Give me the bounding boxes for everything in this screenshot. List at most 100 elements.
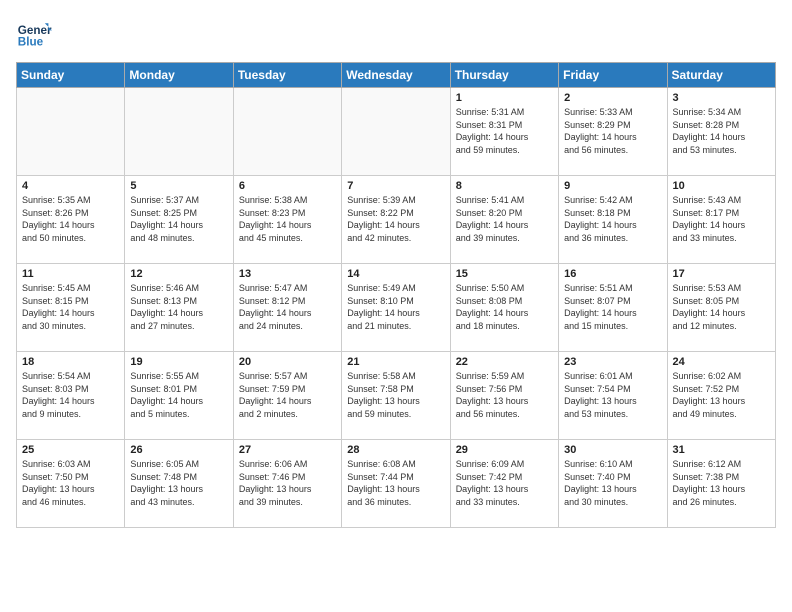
calendar-cell: 8Sunrise: 5:41 AM Sunset: 8:20 PM Daylig…	[450, 176, 558, 264]
day-number: 25	[22, 444, 119, 456]
day-info: Sunrise: 5:47 AM Sunset: 8:12 PM Dayligh…	[239, 282, 336, 332]
day-number: 2	[564, 92, 661, 104]
day-number: 24	[673, 356, 770, 368]
calendar-cell: 25 Sunrise: 6:03 AM Sunset: 7:50 PM Dayli…	[17, 440, 125, 528]
calendar-cell: 12Sunrise: 5:46 AM Sunset: 8:13 PM Dayli…	[125, 264, 233, 352]
calendar-cell: 29Sunrise: 6:09 AM Sunset: 7:42 PM Dayli…	[450, 440, 558, 528]
calendar-cell: 5 Sunrise: 5:37 AM Sunset: 8:25 PM Daylig…	[125, 176, 233, 264]
day-info: Sunrise: 5:37 AM Sunset: 8:25 PM Dayligh…	[130, 194, 227, 244]
calendar-week-row: 18 Sunrise: 5:54 AM Sunset: 8:03 PM Dayli…	[17, 352, 776, 440]
day-info: Sunrise: 6:12 AM Sunset: 7:38 PM Dayligh…	[673, 458, 770, 508]
calendar-cell: 1 Sunrise: 5:31 AM Sunset: 8:31 PM Daylig…	[450, 88, 558, 176]
calendar-cell: 22 Sunrise: 5:59 AM Sunset: 7:56 PM Dayli…	[450, 352, 558, 440]
calendar-cell	[125, 88, 233, 176]
day-info: Sunrise: 6:01 AM Sunset: 7:54 PM Dayligh…	[564, 370, 661, 420]
calendar-cell	[233, 88, 341, 176]
day-info: Sunrise: 5:54 AM Sunset: 8:03 PM Dayligh…	[22, 370, 119, 420]
day-number: 21	[347, 356, 444, 368]
calendar-cell: 31 Sunrise: 6:12 AM Sunset: 7:38 PM Dayli…	[667, 440, 775, 528]
day-number: 19	[130, 356, 227, 368]
calendar-week-row: 1 Sunrise: 5:31 AM Sunset: 8:31 PM Daylig…	[17, 88, 776, 176]
weekday-header: Monday	[125, 63, 233, 88]
day-number: 30	[564, 444, 661, 456]
calendar-cell: 11Sunrise: 5:45 AM Sunset: 8:15 PM Dayli…	[17, 264, 125, 352]
day-info: Sunrise: 5:33 AM Sunset: 8:29 PM Dayligh…	[564, 106, 661, 156]
calendar-table: SundayMondayTuesdayWednesdayThursdayFrid…	[16, 62, 776, 528]
day-info: Sunrise: 5:35 AM Sunset: 8:26 PM Dayligh…	[22, 194, 119, 244]
calendar-cell: 24 Sunrise: 6:02 AM Sunset: 7:52 PM Dayli…	[667, 352, 775, 440]
day-number: 15	[456, 268, 553, 280]
calendar-cell: 14 Sunrise: 5:49 AM Sunset: 8:10 PM Dayli…	[342, 264, 450, 352]
calendar-cell: 9 Sunrise: 5:42 AM Sunset: 8:18 PM Daylig…	[559, 176, 667, 264]
calendar-cell: 17 Sunrise: 5:53 AM Sunset: 8:05 PM Dayli…	[667, 264, 775, 352]
day-info: Sunrise: 5:49 AM Sunset: 8:10 PM Dayligh…	[347, 282, 444, 332]
day-info: Sunrise: 6:05 AM Sunset: 7:48 PM Dayligh…	[130, 458, 227, 508]
day-number: 1	[456, 92, 553, 104]
day-info: Sunrise: 5:46 AM Sunset: 8:13 PM Dayligh…	[130, 282, 227, 332]
calendar-cell: 7 Sunrise: 5:39 AM Sunset: 8:22 PM Daylig…	[342, 176, 450, 264]
day-info: Sunrise: 6:10 AM Sunset: 7:40 PM Dayligh…	[564, 458, 661, 508]
day-info: Sunrise: 5:31 AM Sunset: 8:31 PM Dayligh…	[456, 106, 553, 156]
calendar-cell: 13 Sunrise: 5:47 AM Sunset: 8:12 PM Dayli…	[233, 264, 341, 352]
day-info: Sunrise: 5:55 AM Sunset: 8:01 PM Dayligh…	[130, 370, 227, 420]
day-info: Sunrise: 5:42 AM Sunset: 8:18 PM Dayligh…	[564, 194, 661, 244]
calendar-header-row: SundayMondayTuesdayWednesdayThursdayFrid…	[17, 63, 776, 88]
day-info: Sunrise: 5:59 AM Sunset: 7:56 PM Dayligh…	[456, 370, 553, 420]
day-info: Sunrise: 5:50 AM Sunset: 8:08 PM Dayligh…	[456, 282, 553, 332]
day-info: Sunrise: 6:02 AM Sunset: 7:52 PM Dayligh…	[673, 370, 770, 420]
day-number: 5	[130, 180, 227, 192]
day-info: Sunrise: 6:06 AM Sunset: 7:46 PM Dayligh…	[239, 458, 336, 508]
day-info: Sunrise: 5:43 AM Sunset: 8:17 PM Dayligh…	[673, 194, 770, 244]
calendar-cell: 20 Sunrise: 5:57 AM Sunset: 7:59 PM Dayli…	[233, 352, 341, 440]
calendar-week-row: 11Sunrise: 5:45 AM Sunset: 8:15 PM Dayli…	[17, 264, 776, 352]
calendar-cell: 3 Sunrise: 5:34 AM Sunset: 8:28 PM Daylig…	[667, 88, 775, 176]
calendar-cell: 19 Sunrise: 5:55 AM Sunset: 8:01 PM Dayli…	[125, 352, 233, 440]
day-info: Sunrise: 5:57 AM Sunset: 7:59 PM Dayligh…	[239, 370, 336, 420]
calendar-cell	[17, 88, 125, 176]
calendar-cell: 27Sunrise: 6:06 AM Sunset: 7:46 PM Dayli…	[233, 440, 341, 528]
calendar-cell	[342, 88, 450, 176]
day-info: Sunrise: 5:58 AM Sunset: 7:58 PM Dayligh…	[347, 370, 444, 420]
calendar-cell: 15 Sunrise: 5:50 AM Sunset: 8:08 PM Dayli…	[450, 264, 558, 352]
day-number: 17	[673, 268, 770, 280]
page-header: General Blue	[16, 16, 776, 52]
calendar-cell: 26 Sunrise: 6:05 AM Sunset: 7:48 PM Dayli…	[125, 440, 233, 528]
calendar-cell: 6 Sunrise: 5:38 AM Sunset: 8:23 PM Daylig…	[233, 176, 341, 264]
day-info: Sunrise: 5:45 AM Sunset: 8:15 PM Dayligh…	[22, 282, 119, 332]
calendar-week-row: 25 Sunrise: 6:03 AM Sunset: 7:50 PM Dayli…	[17, 440, 776, 528]
day-info: Sunrise: 5:34 AM Sunset: 8:28 PM Dayligh…	[673, 106, 770, 156]
day-info: Sunrise: 5:39 AM Sunset: 8:22 PM Dayligh…	[347, 194, 444, 244]
day-number: 7	[347, 180, 444, 192]
calendar-cell: 28Sunrise: 6:08 AM Sunset: 7:44 PM Dayli…	[342, 440, 450, 528]
day-number: 31	[673, 444, 770, 456]
day-number: 4	[22, 180, 119, 192]
day-number: 14	[347, 268, 444, 280]
calendar-cell: 23Sunrise: 6:01 AM Sunset: 7:54 PM Dayli…	[559, 352, 667, 440]
day-number: 20	[239, 356, 336, 368]
day-number: 26	[130, 444, 227, 456]
calendar-cell: 16Sunrise: 5:51 AM Sunset: 8:07 PM Dayli…	[559, 264, 667, 352]
calendar-cell: 4 Sunrise: 5:35 AM Sunset: 8:26 PM Daylig…	[17, 176, 125, 264]
weekday-header: Tuesday	[233, 63, 341, 88]
day-info: Sunrise: 5:41 AM Sunset: 8:20 PM Dayligh…	[456, 194, 553, 244]
weekday-header: Wednesday	[342, 63, 450, 88]
calendar-week-row: 4 Sunrise: 5:35 AM Sunset: 8:26 PM Daylig…	[17, 176, 776, 264]
calendar-cell: 18 Sunrise: 5:54 AM Sunset: 8:03 PM Dayli…	[17, 352, 125, 440]
logo: General Blue	[16, 16, 56, 52]
weekday-header: Sunday	[17, 63, 125, 88]
day-number: 9	[564, 180, 661, 192]
day-number: 18	[22, 356, 119, 368]
calendar-cell: 30 Sunrise: 6:10 AM Sunset: 7:40 PM Dayli…	[559, 440, 667, 528]
day-info: Sunrise: 6:03 AM Sunset: 7:50 PM Dayligh…	[22, 458, 119, 508]
calendar-cell: 2 Sunrise: 5:33 AM Sunset: 8:29 PM Daylig…	[559, 88, 667, 176]
day-info: Sunrise: 6:08 AM Sunset: 7:44 PM Dayligh…	[347, 458, 444, 508]
day-info: Sunrise: 5:53 AM Sunset: 8:05 PM Dayligh…	[673, 282, 770, 332]
calendar-cell: 10Sunrise: 5:43 AM Sunset: 8:17 PM Dayli…	[667, 176, 775, 264]
day-number: 22	[456, 356, 553, 368]
day-info: Sunrise: 5:38 AM Sunset: 8:23 PM Dayligh…	[239, 194, 336, 244]
day-number: 6	[239, 180, 336, 192]
day-number: 3	[673, 92, 770, 104]
day-info: Sunrise: 5:51 AM Sunset: 8:07 PM Dayligh…	[564, 282, 661, 332]
svg-text:Blue: Blue	[18, 36, 44, 49]
day-number: 13	[239, 268, 336, 280]
